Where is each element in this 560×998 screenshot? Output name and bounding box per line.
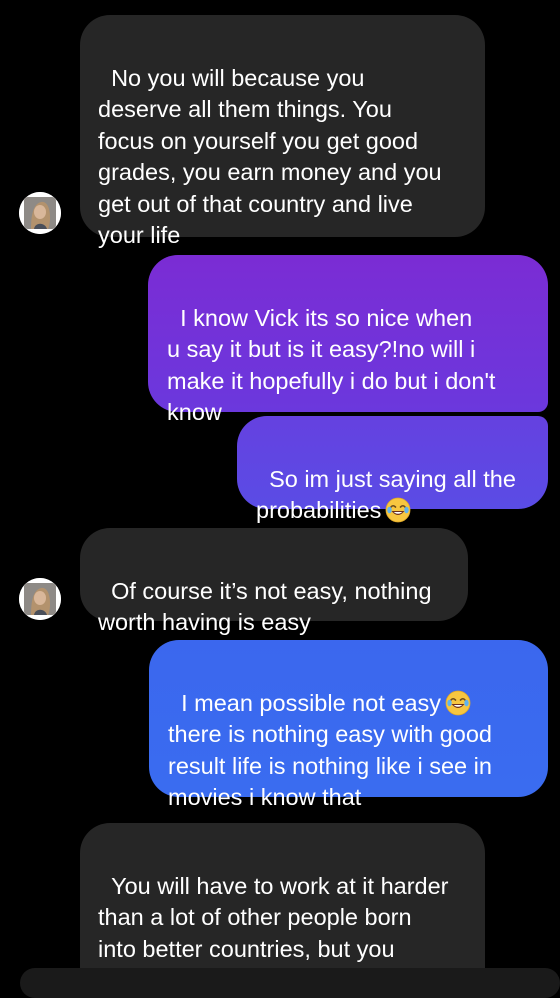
outgoing-message[interactable]: So im just saying all the probabilities — [237, 416, 548, 523]
partial-message — [20, 968, 560, 998]
contact-avatar[interactable] — [19, 192, 61, 234]
joy-emoji-icon — [445, 690, 471, 716]
message-text: Of course it’s not easy, nothing worth h… — [98, 577, 432, 636]
outgoing-message[interactable]: I know Vick its so nice when u say it bu… — [148, 255, 548, 425]
message-text: I know Vick its so nice when u say it bu… — [167, 304, 496, 426]
profile-photo-icon — [19, 578, 61, 620]
message-text: there is nothing easy with good result l… — [168, 721, 492, 810]
outgoing-message[interactable]: I mean possible not easy there is nothin… — [149, 640, 548, 809]
profile-photo-icon — [19, 192, 61, 234]
contact-avatar[interactable] — [19, 578, 61, 620]
incoming-message[interactable]: No you will because you deserve all them… — [80, 15, 485, 248]
message-text: No you will because you deserve all them… — [98, 64, 442, 249]
message-text: I mean possible not easy — [181, 689, 442, 716]
incoming-message[interactable]: Of course it’s not easy, nothing worth h… — [80, 528, 468, 635]
joy-emoji-icon — [385, 497, 411, 523]
